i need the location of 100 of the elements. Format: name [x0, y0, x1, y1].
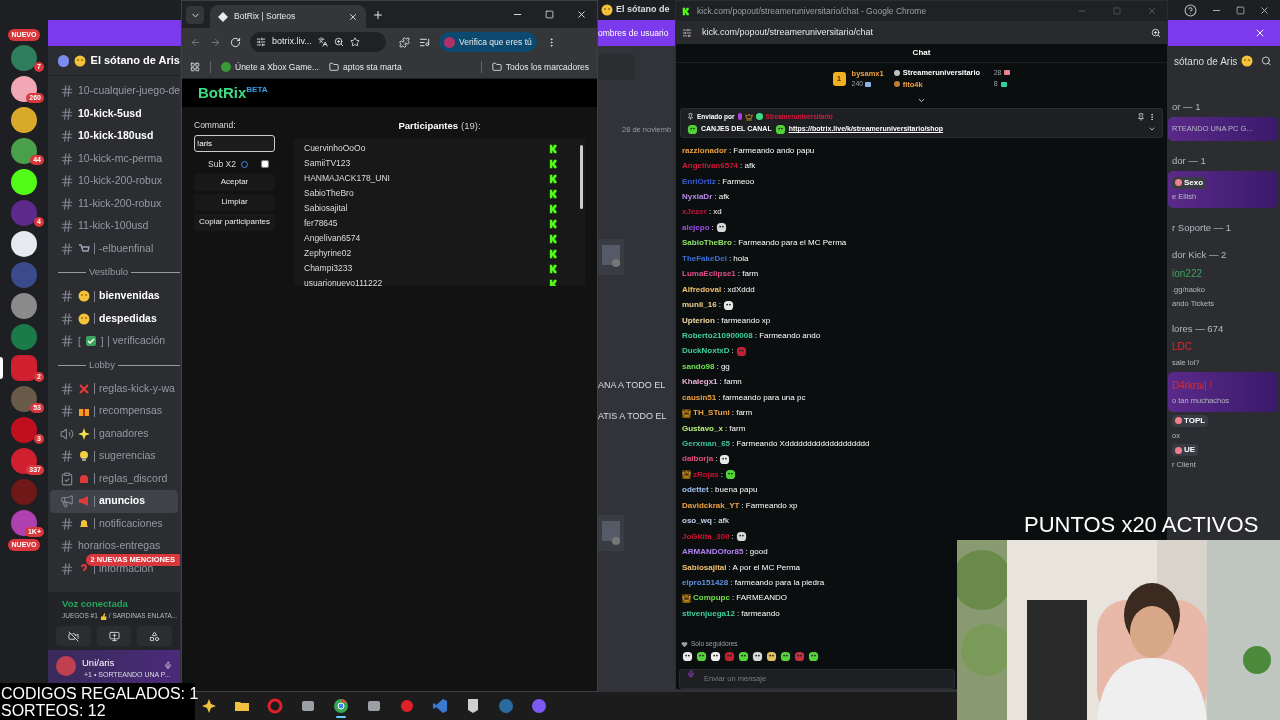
channel-item[interactable]: 11-kick-200-robux	[50, 192, 178, 215]
screen-share-button[interactable]	[96, 626, 132, 646]
apps-icon[interactable]	[190, 62, 200, 72]
channel-item[interactable]: sugerencias	[50, 445, 178, 468]
channel-item[interactable]: reglas-kick-y-wa	[50, 377, 178, 400]
camera-button[interactable]	[56, 626, 91, 646]
channel-item[interactable]: [ ] verificación	[50, 330, 178, 353]
chat-username[interactable]: SabioTheBro	[682, 237, 732, 250]
speaker-icon	[60, 426, 74, 441]
channel-item[interactable]: 10-cualquier-juego-de	[50, 80, 178, 103]
chat-username[interactable]: TH_STuni	[693, 407, 730, 420]
back-icon[interactable]	[190, 36, 201, 48]
channel-item[interactable]: anuncios	[50, 490, 178, 513]
chat-username[interactable]: oso_wq	[682, 515, 712, 528]
chat-username[interactable]: Davidckrak_YT	[682, 499, 740, 512]
channel-item[interactable]: 10-kick-mc-perma	[50, 147, 178, 170]
action-button[interactable]: Limpiar	[194, 193, 275, 211]
command-field[interactable]: !aris	[194, 134, 275, 152]
chat-username[interactable]: Khalegx1	[682, 376, 718, 389]
sub-checkbox[interactable]	[261, 160, 269, 169]
maximize-icon[interactable]	[1236, 5, 1245, 15]
server-icon[interactable]	[11, 106, 37, 133]
channel-item[interactable]: 11-kick-100usd	[50, 215, 178, 238]
translate-icon[interactable]	[317, 37, 328, 47]
search-icon[interactable]	[1261, 55, 1272, 67]
chat-username[interactable]: elpro151428	[682, 576, 729, 589]
close-icon[interactable]	[1259, 4, 1270, 16]
chat-username[interactable]: Gerxman_65	[682, 438, 731, 451]
activities-button[interactable]	[137, 626, 172, 646]
bookmark[interactable]: Únete a Xbox Game...	[221, 60, 320, 74]
close-tab-icon[interactable]	[348, 11, 358, 22]
chat-username[interactable]: causin51	[682, 391, 717, 404]
action-button[interactable]: Copiar participantes	[194, 213, 275, 231]
chat-username[interactable]: stivenjuega12	[682, 607, 735, 620]
chat-username[interactable]: daiborja	[682, 453, 714, 466]
channel-item[interactable]: bienvenidas	[50, 285, 178, 308]
server-icon[interactable]	[11, 230, 37, 257]
chat-username[interactable]: sando98	[682, 360, 715, 373]
chat-username[interactable]: Compupc	[693, 592, 730, 605]
chat-username[interactable]: TheFakeDel	[682, 252, 727, 265]
help-icon[interactable]	[1184, 3, 1197, 17]
address-bar[interactable]: botrix.liv...	[250, 32, 386, 52]
zoom-icon[interactable]	[333, 37, 344, 47]
smiley-icon	[78, 290, 90, 303]
chat-username[interactable]: ARMANDOfor85	[682, 546, 744, 559]
server-icon[interactable]	[11, 168, 37, 195]
tab-search-button[interactable]	[186, 6, 204, 24]
taskbar-app-icon[interactable]	[299, 698, 316, 714]
channel-item[interactable]: 10-kick-5usd	[50, 102, 178, 125]
chat-username[interactable]: NyxiaDr	[682, 191, 713, 204]
hash-icon	[60, 539, 74, 554]
microphone-icon[interactable]	[164, 660, 172, 671]
channel-item[interactable]: -elbuenfinal	[50, 237, 178, 260]
taskbar-app-icon[interactable]	[200, 698, 217, 714]
pin-icon[interactable]	[1137, 112, 1145, 121]
chat-username[interactable]: Roberto210900008	[682, 329, 753, 342]
site-settings-icon[interactable]	[256, 37, 266, 47]
chat-username[interactable]: odettet	[682, 484, 709, 497]
reload-icon[interactable]	[230, 36, 241, 48]
profile-button[interactable]: Verifica que eres tú	[439, 32, 537, 52]
channel-item[interactable]: recompensas	[50, 400, 178, 423]
chat-username[interactable]: razzionador	[682, 144, 727, 157]
chat-username[interactable]: Angelivan6574	[682, 160, 739, 173]
chat-username[interactable]: JoGitita_300	[682, 530, 730, 543]
close-icon[interactable]	[576, 9, 587, 20]
channel-item[interactable]: ganadores	[50, 422, 178, 445]
chat-username[interactable]: LumaEclipse1	[682, 268, 736, 281]
channel-item[interactable]: 10-kick-200-robux	[50, 170, 178, 193]
chat-username[interactable]: munii_16	[682, 299, 717, 312]
new-tab-icon[interactable]	[372, 9, 384, 21]
action-button[interactable]: Aceptar	[194, 173, 275, 191]
bookmark[interactable]: aptos sta marta	[329, 60, 402, 74]
chat-username[interactable]: zRojas	[693, 468, 719, 481]
member-name[interactable]: ion222	[1168, 265, 1280, 281]
channel-item[interactable]: 10-kick-180usd	[50, 125, 178, 148]
chat-username[interactable]: Sabiosajital	[682, 561, 727, 574]
all-bookmarks[interactable]: Todos los marcadores	[491, 60, 589, 74]
chat-username[interactable]: DuckNoxtxD	[682, 345, 730, 358]
taskbar-app-icon[interactable]	[365, 698, 382, 714]
forward-icon[interactable]	[210, 36, 221, 48]
more-icon[interactable]	[1148, 112, 1156, 121]
channel-item[interactable]: notificaciones	[50, 512, 178, 535]
channel-item[interactable]: reglas_discord	[50, 467, 178, 490]
star-icon[interactable]	[349, 37, 360, 47]
chat-username[interactable]: Gustavo_x	[682, 422, 723, 435]
browser-tab[interactable]: BotRix | Sorteos	[210, 5, 366, 28]
address-bar[interactable]: kick.com/popout/streameruniversitario/chat	[676, 21, 1167, 44]
chat-username[interactable]: Upterion	[682, 314, 715, 327]
chat-username[interactable]: Alfredoval	[682, 283, 722, 296]
scrollbar-thumb[interactable]	[579, 145, 583, 210]
chat-message: : good	[745, 546, 768, 559]
zoom-icon[interactable]	[1151, 27, 1161, 38]
site-settings-icon[interactable]	[682, 27, 692, 38]
taskbar-app-icon[interactable]	[332, 698, 349, 714]
close-icon[interactable]	[1254, 27, 1266, 39]
media-icon[interactable]	[419, 36, 430, 48]
channel-item[interactable]: despedidas	[50, 307, 178, 330]
extensions-icon[interactable]	[399, 36, 410, 48]
chat-message: :	[731, 345, 734, 358]
chat-username[interactable]: alejepo	[682, 221, 710, 234]
